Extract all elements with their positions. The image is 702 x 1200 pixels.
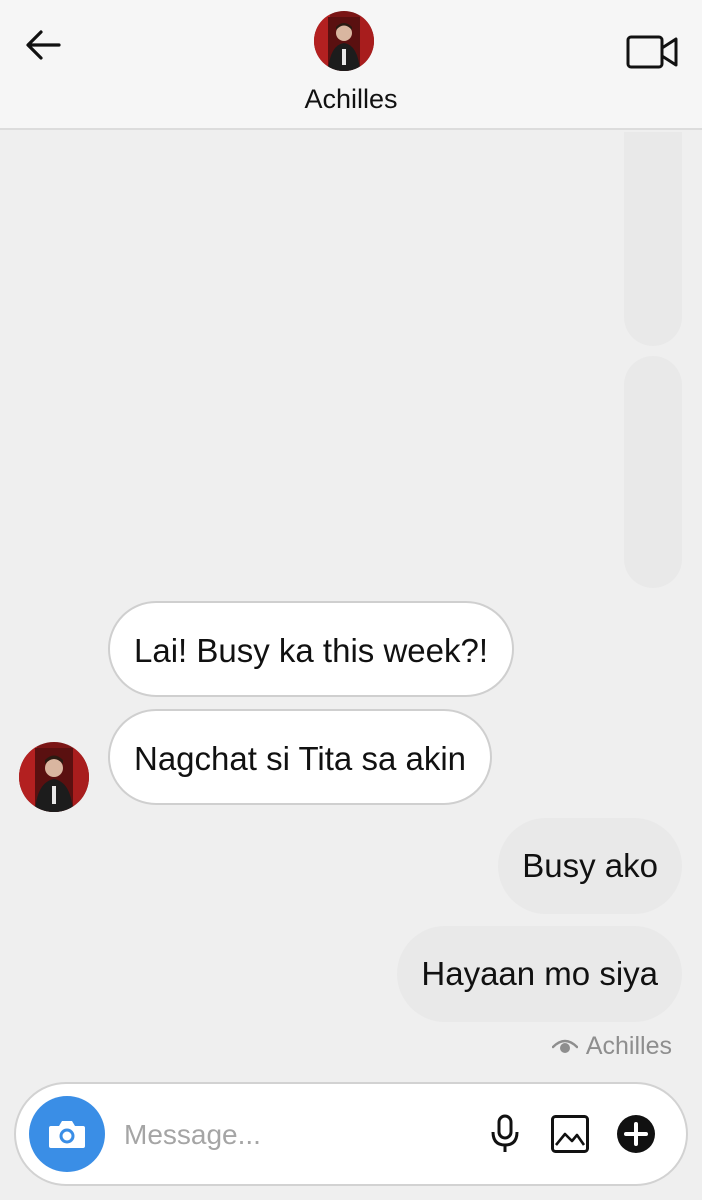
image-icon — [551, 1115, 589, 1153]
message-bubble-incoming[interactable]: Nagchat si Tita sa akin — [108, 709, 492, 805]
message-bubble-outgoing[interactable]: Busy ako — [498, 818, 682, 914]
contact-name[interactable]: Achilles — [0, 84, 702, 115]
faded-placeholder-top — [624, 132, 682, 346]
chat-header: Achilles — [0, 0, 702, 130]
more-options-button[interactable] — [612, 1108, 660, 1160]
plus-circle-icon — [617, 1115, 655, 1153]
voice-message-button[interactable] — [481, 1108, 529, 1160]
contact-avatar[interactable] — [314, 11, 374, 71]
eye-icon — [551, 1039, 578, 1053]
camera-icon — [49, 1121, 85, 1148]
seen-receipt: Achilles — [551, 1030, 672, 1062]
message-input[interactable] — [124, 1106, 464, 1164]
message-bubble-incoming[interactable]: Lai! Busy ka this week?! — [108, 601, 515, 697]
video-camera-icon — [626, 35, 678, 69]
message-bubble-outgoing[interactable]: Hayaan mo siya — [397, 926, 682, 1022]
seen-by-label: Achilles — [585, 1031, 672, 1060]
sender-avatar[interactable] — [19, 742, 89, 812]
video-call-button[interactable] — [624, 31, 680, 73]
microphone-icon — [491, 1114, 519, 1152]
camera-button[interactable] — [29, 1096, 105, 1172]
gallery-button[interactable] — [546, 1108, 594, 1160]
faded-placeholder-bottom — [624, 356, 682, 588]
message-composer — [14, 1082, 688, 1186]
back-button[interactable] — [22, 26, 64, 64]
arrow-left-icon — [26, 30, 61, 60]
